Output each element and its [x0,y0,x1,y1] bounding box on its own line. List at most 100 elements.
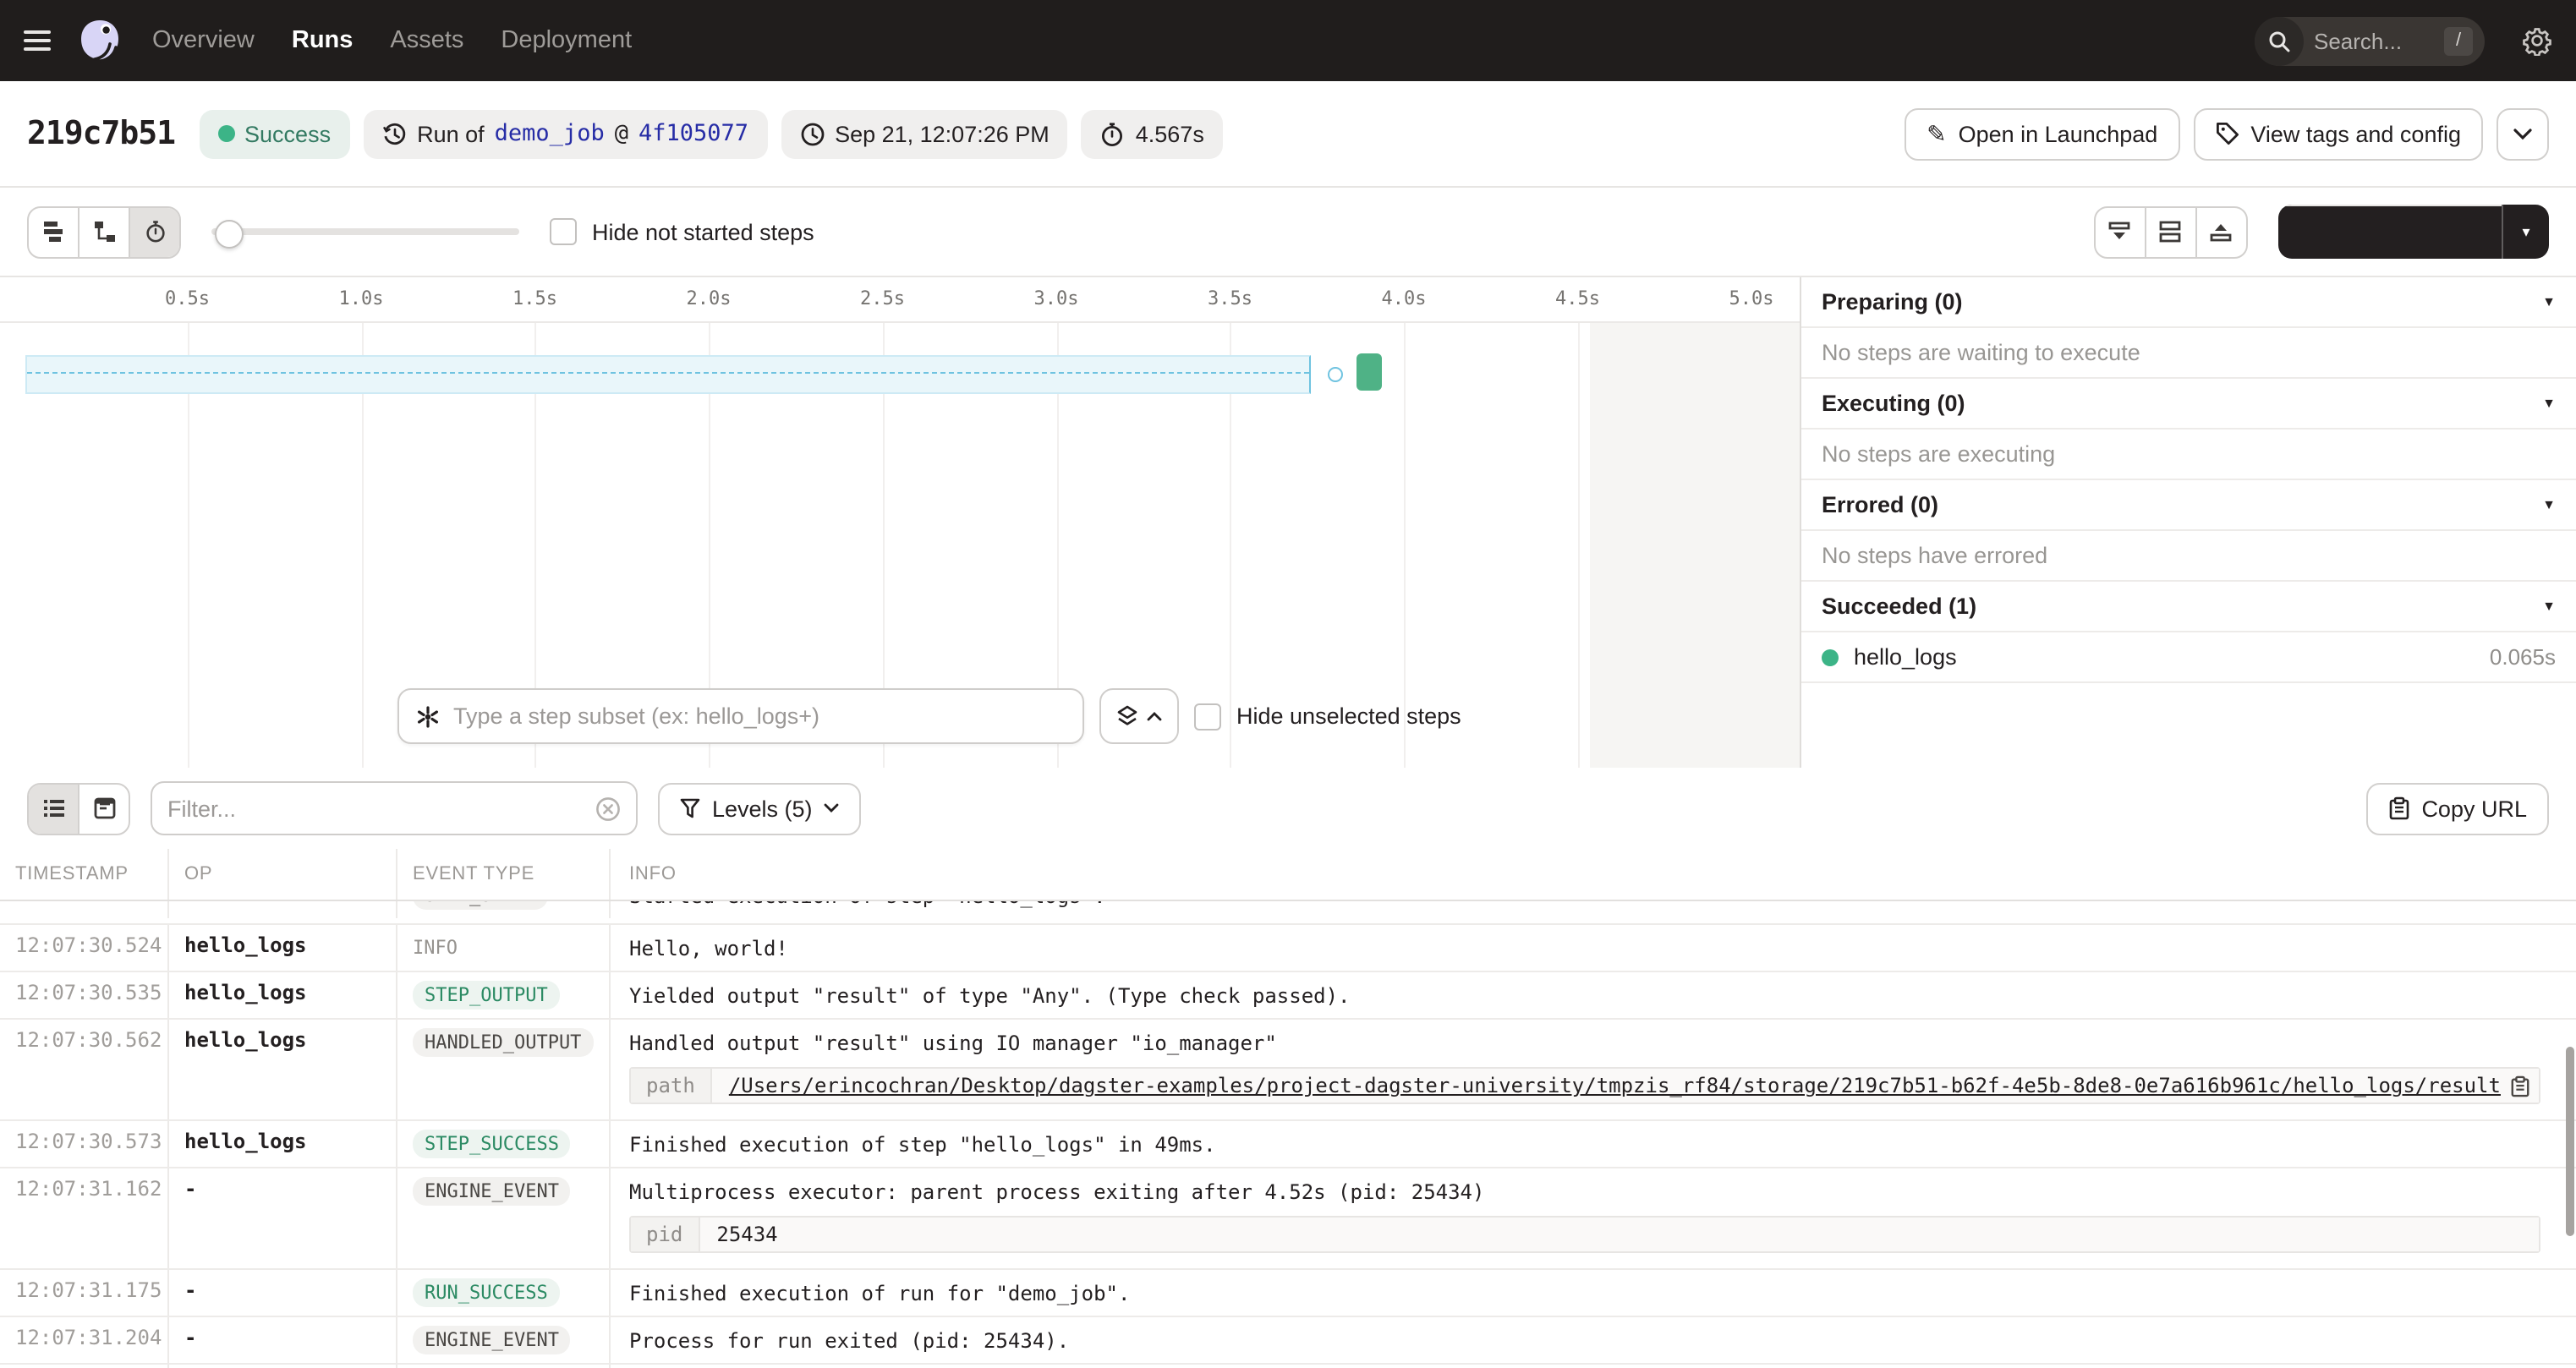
open-launchpad-button[interactable]: ✎ Open in Launchpad [1905,107,2179,160]
log-raw-view-button[interactable] [79,784,129,833]
nav-item-runs[interactable]: Runs [292,27,354,54]
log-column-header-event-type[interactable]: EVENT TYPE [397,849,611,900]
log-column-header-timestamp[interactable]: TIMESTAMP [0,849,169,900]
duration-value: 4.567s [1136,121,1204,146]
step-row-hello_logs[interactable]: hello_logs0.065s [1801,632,2576,683]
chevron-down-icon: ▼ [2542,396,2556,411]
gantt-timing-view-button[interactable] [130,207,179,256]
slider-handle[interactable] [215,219,244,248]
split-panels-button[interactable] [2146,207,2196,256]
log-info: Process for run exited (pid: 25434). [611,1317,2576,1363]
run-of-pill: Run of demo_job @ 4f105077 [363,109,767,158]
gantt-axis: 0.5s1.0s1.5s2.0s2.5s3.0s3.5s4.0s4.5s5.0s [0,277,1800,323]
log-metadata-box: path/Users/erincochran/Desktop/dagster-e… [629,1067,2540,1104]
nav-item-assets[interactable]: Assets [390,27,463,54]
metadata-value: /Users/erincochran/Desktop/dagster-examp… [712,1069,2539,1103]
commit-link[interactable]: 4f105077 [639,120,748,147]
hide-not-started-label: Hide not started steps [592,219,814,244]
log-op[interactable]: hello_logs [169,1020,397,1119]
copy-icon[interactable] [2511,1075,2531,1097]
section-header-succeeded[interactable]: Succeeded (1)▼ [1801,582,2576,632]
reexecute-all-label[interactable]: Re-execute all (*) [2277,205,2502,259]
run-main-area: 0.5s1.0s1.5s2.0s2.5s3.0s3.5s4.0s4.5s5.0s… [0,276,2576,768]
search-input[interactable]: Search... / [2255,16,2485,65]
step-subset-input[interactable]: Type a step subset (ex: hello_logs+) [397,688,1084,744]
log-op[interactable]: hello_logs [169,972,397,1018]
collapse-top-panel-button[interactable] [2196,207,2245,256]
job-link[interactable]: demo_job [495,120,605,147]
log-event-type: RUN_SUCCESS [397,1270,611,1316]
log-op[interactable]: hello_logs [169,1121,397,1167]
status-badge: Success [199,109,349,158]
run-id-title: 219c7b51 [27,115,175,152]
apply-step-subset-button[interactable] [1099,688,1179,744]
op-selector-icon [416,704,440,728]
log-row: STEP_STARTStarted execution of step "hel… [0,901,2576,925]
log-op: - [169,1270,397,1316]
log-scrollbar[interactable] [2566,1047,2574,1236]
gantt-bottom-controls: Type a step subset (ex: hello_logs+) Hid… [397,688,1461,744]
section-header-executing[interactable]: Executing (0)▼ [1801,379,2576,430]
dagster-logo[interactable] [78,19,122,63]
log-op[interactable]: hello_logs [169,925,397,971]
step-status-panel: Preparing (0)▼No steps are waiting to ex… [1800,277,2576,768]
log-metadata-box: pid25434 [629,1216,2540,1253]
log-row: 12:07:30.573hello_logsSTEP_SUCCESSFinish… [0,1121,2576,1168]
log-info-text: Hello, world! [629,933,2559,960]
log-timestamp: 12:07:30.573 [0,1121,169,1167]
nav-item-deployment[interactable]: Deployment [501,27,632,54]
hide-not-started-checkbox-row[interactable]: Hide not started steps [550,218,814,245]
section-header-errored[interactable]: Errored (0)▼ [1801,480,2576,531]
log-event-type: ENGINE_EVENT [397,1168,611,1268]
log-op: - [169,1317,397,1363]
hide-not-started-checkbox[interactable] [550,218,577,245]
gantt-waterfall-view-button[interactable] [79,207,130,256]
reexecute-options-dropdown[interactable]: ▾ [2502,205,2549,259]
log-filter-input[interactable]: Filter... [151,781,638,835]
log-op: - [169,1168,397,1268]
chevron-down-icon: ▼ [2542,294,2556,309]
event-type-badge: HANDLED_OUTPUT [413,1028,593,1057]
gantt-waiting-band [25,355,1311,394]
log-column-header-info[interactable]: INFO [611,849,2576,900]
levels-filter-button[interactable]: Levels (5) [658,782,862,834]
menu-icon[interactable] [24,30,51,51]
nav-item-overview[interactable]: Overview [152,27,255,54]
section-header-preparing[interactable]: Preparing (0)▼ [1801,277,2576,328]
gear-icon[interactable] [2522,25,2552,56]
log-info-text: Finished execution of step "hello_logs" … [629,1130,2559,1157]
log-table-view-button[interactable] [29,784,79,833]
hide-unselected-checkbox-row[interactable]: Hide unselected steps [1194,703,1461,730]
axis-tick-label: 4.5s [1541,287,1615,309]
nav-items: Overview Runs Assets Deployment [152,27,632,54]
copy-url-button[interactable]: Copy URL [2365,782,2549,834]
hide-unselected-checkbox[interactable] [1194,703,1221,730]
reexecute-all-button[interactable]: Re-execute all (*) ▾ [2277,205,2549,259]
tag-icon [2215,122,2239,145]
gantt-flat-view-button[interactable] [29,207,79,256]
log-column-header-op[interactable]: OP [169,849,397,900]
search-placeholder: Search... [2314,28,2444,53]
axis-gridline [1578,323,1580,768]
log-row: 12:07:31.175-RUN_SUCCESSFinished executi… [0,1270,2576,1317]
gantt-zoom-slider[interactable] [211,207,519,256]
metadata-value-text[interactable]: /Users/erincochran/Desktop/dagster-examp… [729,1074,2501,1097]
gantt-chart: 0.5s1.0s1.5s2.0s2.5s3.0s3.5s4.0s4.5s5.0s… [0,277,1800,768]
clear-filter-icon[interactable] [595,796,621,821]
section-label: Errored (0) [1822,492,1938,517]
view-tags-label: View tags and config [2250,121,2461,146]
status-label: Success [244,121,331,146]
log-info: Finished execution of run for "demo_job"… [611,1270,2576,1316]
log-timestamp: 12:07:30.524 [0,925,169,971]
collapse-bottom-panel-button[interactable] [2095,207,2146,256]
log-event-type: STEP_START [397,901,611,918]
view-tags-button[interactable]: View tags and config [2193,107,2483,160]
log-row: 12:07:31.162-ENGINE_EVENTMultiprocess ex… [0,1168,2576,1270]
axis-tick-label: 1.5s [498,287,573,309]
log-info-text: Finished execution of run for "demo_job"… [629,1278,2559,1305]
gantt-step-bar-hello-logs[interactable] [1357,353,1382,391]
chevron-down-icon [2513,128,2532,140]
log-row: 12:07:30.535hello_logsSTEP_OUTPUTYielded… [0,972,2576,1020]
log-timestamp: 12:07:31.204 [0,1317,169,1363]
header-more-button[interactable] [2497,107,2549,160]
